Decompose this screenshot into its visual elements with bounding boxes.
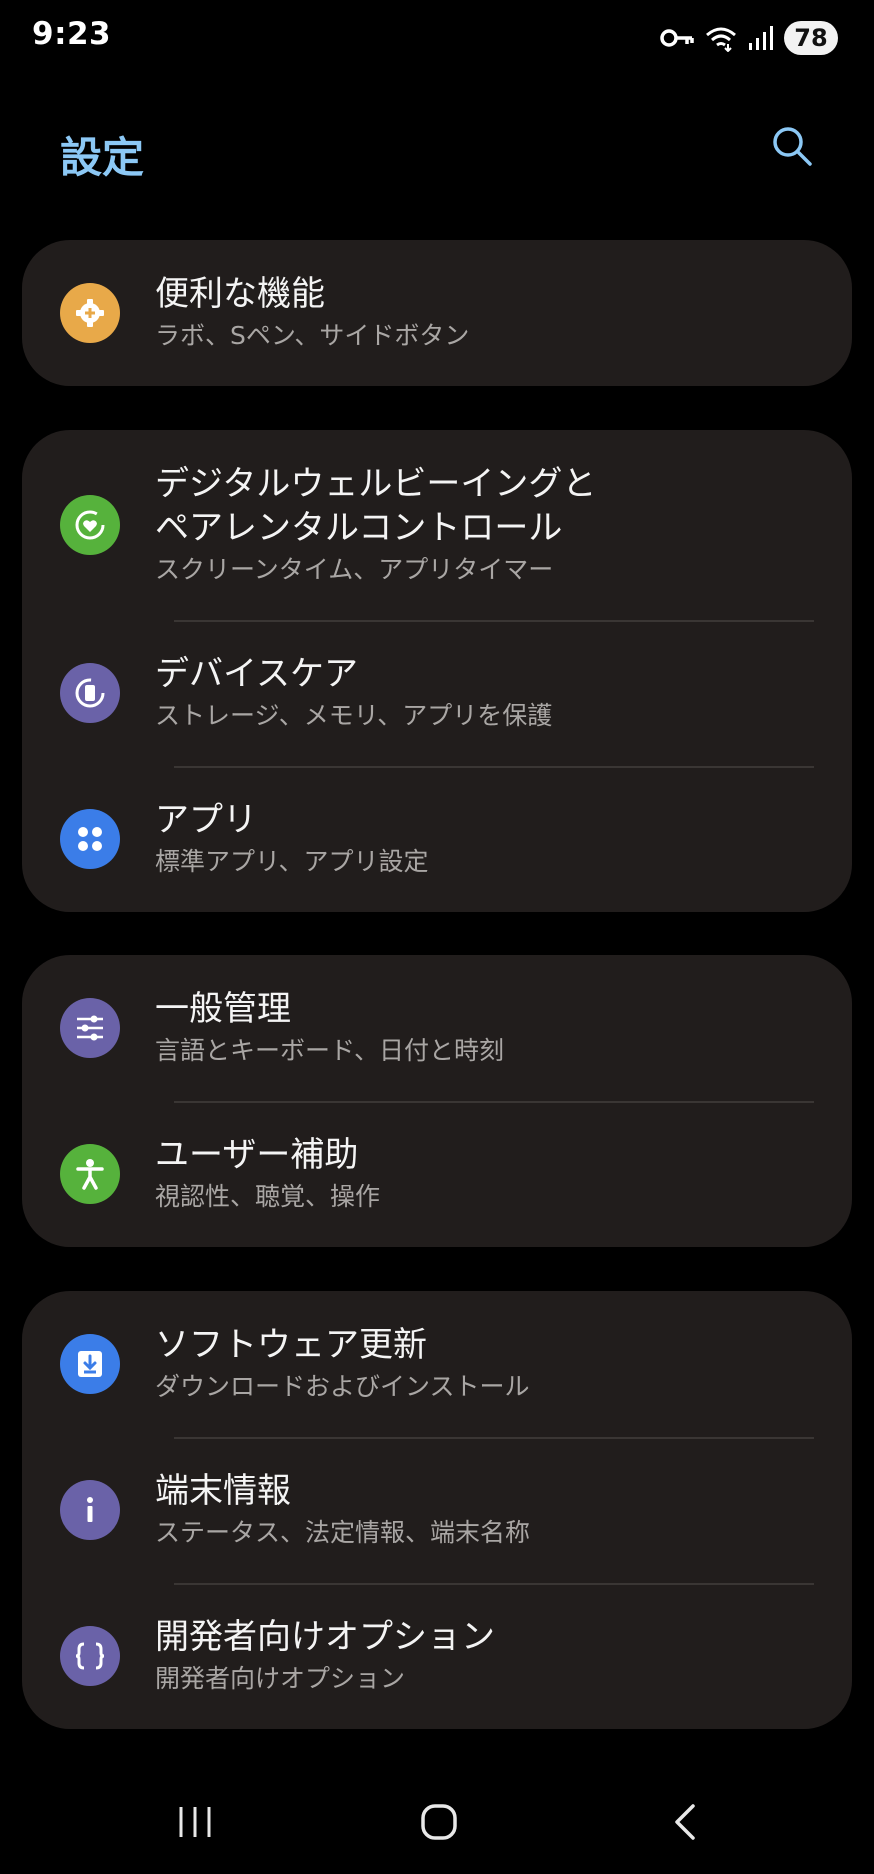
accessibility-icon [60, 1144, 120, 1204]
sliders-icon [60, 998, 120, 1058]
battery-icon: 78 [784, 21, 838, 55]
navigation-bar [0, 1774, 874, 1874]
item-subtitle: スクリーンタイム、アプリタイマー [155, 555, 554, 584]
item-title: アプリ [155, 800, 257, 840]
item-subtitle: 視認性、聴覚、操作 [155, 1182, 381, 1211]
item-title: 端末情報 [155, 1471, 291, 1511]
item-title: デジタルウェルビーイングと ペアレンタルコントロール [155, 464, 597, 548]
item-subtitle: 標準アプリ、アプリ設定 [155, 847, 429, 876]
braces-icon [60, 1626, 120, 1686]
device-care-icon [60, 663, 120, 723]
status-bar: 9:23 78 [0, 0, 874, 80]
item-subtitle: ラボ、Sペン、サイドボタン [155, 321, 470, 350]
item-subtitle: 開発者向けオプション [155, 1664, 406, 1693]
settings-group-features: 便利な機能 ラボ、Sペン、サイドボタン [22, 240, 852, 386]
item-subtitle: ダウンロードおよびインストール [155, 1372, 530, 1401]
settings-group-general: 一般管理 言語とキーボード、日付と時刻 ユーザー補助 視認性、聴覚、操作 [22, 955, 852, 1247]
back-icon [671, 1803, 699, 1845]
wifi-icon [704, 24, 738, 52]
signal-icon [748, 25, 774, 51]
item-subtitle: 言語とキーボード、日付と時刻 [155, 1036, 505, 1065]
search-icon [771, 125, 813, 171]
page-title: 設定 [60, 133, 145, 182]
settings-item-device-care[interactable]: デバイスケア ストレージ、メモリ、アプリを保護 [22, 620, 852, 766]
home-button[interactable] [399, 1794, 479, 1854]
settings-group-system: ソフトウェア更新 ダウンロードおよびインストール 端末情報 ステータス、法定情報… [22, 1291, 852, 1729]
divider [174, 766, 814, 768]
settings-item-apps[interactable]: アプリ 標準アプリ、アプリ設定 [22, 766, 852, 912]
item-title: 開発者向けオプション [155, 1617, 495, 1657]
item-subtitle: ストレージ、メモリ、アプリを保護 [155, 701, 553, 730]
divider [174, 1437, 814, 1439]
settings-item-software-update[interactable]: ソフトウェア更新 ダウンロードおよびインストール [22, 1291, 852, 1437]
divider [174, 1101, 814, 1103]
home-icon [420, 1803, 458, 1845]
settings-group-device: デジタルウェルビーイングと ペアレンタルコントロール スクリーンタイム、アプリタ… [22, 430, 852, 912]
settings-item-digital-wellbeing[interactable]: デジタルウェルビーイングと ペアレンタルコントロール スクリーンタイム、アプリタ… [22, 430, 852, 620]
heart-circle-icon [60, 495, 120, 555]
recents-button[interactable] [155, 1794, 235, 1854]
recents-icon [177, 1805, 213, 1843]
settings-item-advanced-features[interactable]: 便利な機能 ラボ、Sペン、サイドボタン [22, 240, 852, 386]
apps-grid-icon [60, 809, 120, 869]
item-subtitle: ステータス、法定情報、端末名称 [155, 1518, 531, 1547]
header: 設定 [0, 100, 874, 200]
status-icons: 78 [660, 20, 838, 56]
item-title: 一般管理 [155, 989, 291, 1029]
divider [174, 620, 814, 622]
download-icon [60, 1334, 120, 1394]
settings-item-accessibility[interactable]: ユーザー補助 視認性、聴覚、操作 [22, 1101, 852, 1247]
gear-plus-icon [60, 283, 120, 343]
settings-item-developer-options[interactable]: 開発者向けオプション 開発者向けオプション [22, 1583, 852, 1729]
search-button[interactable] [764, 120, 820, 176]
item-title: ユーザー補助 [155, 1135, 359, 1175]
back-button[interactable] [645, 1794, 725, 1854]
settings-item-about-phone[interactable]: 端末情報 ステータス、法定情報、端末名称 [22, 1437, 852, 1583]
settings-item-general-management[interactable]: 一般管理 言語とキーボード、日付と時刻 [22, 955, 852, 1101]
item-title: デバイスケア [155, 654, 358, 694]
status-time: 9:23 [32, 16, 112, 52]
divider [174, 1583, 814, 1585]
info-icon [60, 1480, 120, 1540]
item-title: ソフトウェア更新 [155, 1325, 427, 1365]
item-title: 便利な機能 [155, 274, 325, 314]
vpn-key-icon [660, 27, 694, 49]
